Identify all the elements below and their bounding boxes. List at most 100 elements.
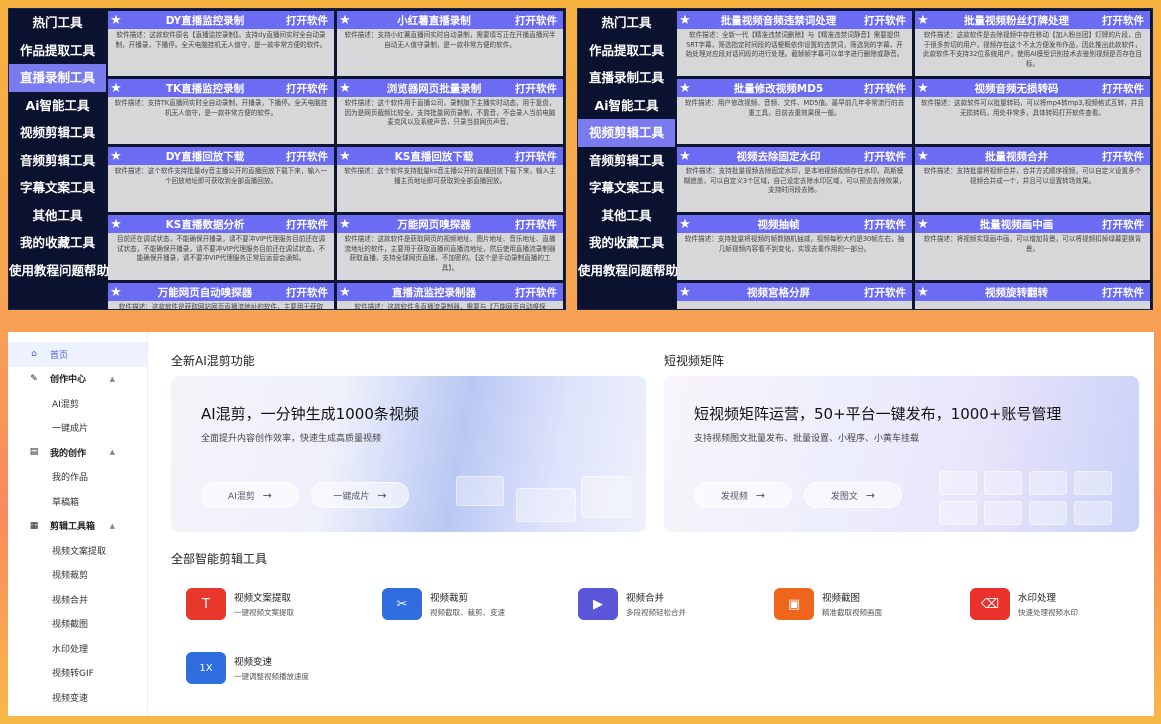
open-software-button[interactable]: 打开软件 (864, 285, 912, 300)
star-icon[interactable]: ★ (915, 81, 931, 96)
tool-card-desc: 软件描述：支持批量将视频合并，合并方式顺序视频，可以自定义设置多个视频合并成一个… (923, 167, 1142, 185)
sidebar-item-ai-mix[interactable]: AI混剪 (8, 391, 147, 416)
open-software-button[interactable]: 打开软件 (286, 13, 334, 28)
nav-item-subtitle-tools[interactable]: 字幕文案工具 (578, 174, 675, 202)
sidebar-item-drafts[interactable]: 草稿箱 (8, 489, 147, 514)
star-icon[interactable]: ★ (108, 285, 124, 300)
open-software-button[interactable]: 打开软件 (515, 285, 563, 300)
tool-card-title: 批量视频合并 (985, 150, 1048, 163)
open-software-button[interactable]: 打开软件 (864, 81, 912, 96)
open-software-button[interactable]: 打开软件 (1102, 81, 1150, 96)
nav-item-other-tools[interactable]: 其他工具 (9, 202, 106, 230)
publish-image-button[interactable]: 发图文 → (804, 482, 902, 508)
nav-item-hot-tools[interactable]: 热门工具 (9, 9, 106, 37)
nav-item-hot-tools[interactable]: 热门工具 (578, 9, 675, 37)
star-icon[interactable]: ★ (915, 217, 931, 232)
sidebar-item-video-crop[interactable]: 视频裁剪 (8, 563, 147, 588)
tool-card-title: KS直播数据分析 (165, 218, 245, 231)
open-software-button[interactable]: 打开软件 (515, 13, 563, 28)
publish-video-button[interactable]: 发视频 → (694, 482, 792, 508)
sidebar-item-text-extract[interactable]: 视频文案提取 (8, 538, 147, 563)
star-icon[interactable]: ★ (677, 149, 693, 164)
star-icon[interactable]: ★ (337, 217, 353, 232)
nav-item-video-edit-tools[interactable]: 视频剪辑工具 (578, 119, 675, 147)
tool-text-extract[interactable]: T 视频文案提取 一键视频文案提取 (186, 584, 376, 624)
star-icon[interactable]: ★ (677, 81, 693, 96)
open-software-button[interactable]: 打开软件 (286, 285, 334, 300)
open-software-button[interactable]: 打开软件 (1102, 13, 1150, 28)
star-icon[interactable]: ★ (915, 149, 931, 164)
open-software-button[interactable]: 打开软件 (515, 81, 563, 96)
nav-item-video-edit-tools[interactable]: 视频剪辑工具 (9, 119, 106, 147)
sidebar-item-one-click[interactable]: 一键成片 (8, 416, 147, 441)
tool-card-desc: 软件描述：用户修改视频、音频、文件、MD5值。最早前几年非常流行的去重工具，目前… (684, 99, 905, 117)
nav-item-audio-edit-tools[interactable]: 音频剪辑工具 (9, 147, 106, 175)
nav-item-extract-tools[interactable]: 作品提取工具 (9, 37, 106, 65)
nav-item-subtitle-tools[interactable]: 字幕文案工具 (9, 174, 106, 202)
nav-item-help[interactable]: 使用教程问题帮助 (9, 257, 109, 285)
arrow-right-icon: → (377, 488, 387, 502)
nav-item-extract-tools[interactable]: 作品提取工具 (578, 37, 675, 65)
open-software-button[interactable]: 打开软件 (286, 81, 334, 96)
open-software-button[interactable]: 打开软件 (286, 217, 334, 232)
sidebar-item-watermark[interactable]: 水印处理 (8, 636, 147, 661)
nav-item-audio-edit-tools[interactable]: 音频剪辑工具 (578, 147, 675, 175)
tool-card: ★ 万能网页嗅探器 打开软件 软件描述：这款软件是获取网页的视频地址、图片地址、音乐地… (337, 215, 563, 280)
tool-video-crop[interactable]: ✂ 视频裁剪 视频截取、裁剪、变速 (382, 584, 572, 624)
open-software-button[interactable]: 打开软件 (1102, 217, 1150, 232)
one-click-button[interactable]: 一键成片 → (311, 482, 409, 508)
sidebar-item-video-speed[interactable]: 视频变速 (8, 685, 147, 710)
sidebar-item-video-merge[interactable]: 视频合并 (8, 587, 147, 612)
sidebar-group-create-center[interactable]: ✎ 创作中心 ▲ (8, 367, 147, 392)
open-software-button[interactable]: 打开软件 (864, 149, 912, 164)
tool-video-merge[interactable]: ▶ 视频合并 多段视频轻松合并 (578, 584, 768, 624)
star-icon[interactable]: ★ (677, 217, 693, 232)
tool-card-desc (677, 301, 912, 309)
sidebar-item-my-works[interactable]: 我的作品 (8, 465, 147, 490)
open-software-button[interactable]: 打开软件 (864, 217, 912, 232)
sidebar-group-my-creations[interactable]: ▤ 我的创作 ▲ (8, 440, 147, 465)
star-icon[interactable]: ★ (108, 13, 124, 28)
nav-item-favorites[interactable]: 我的收藏工具 (9, 229, 106, 257)
sidebar-item-video-screenshot[interactable]: 视频截图 (8, 612, 147, 637)
sidebar-item-home[interactable]: ⌂ 首页 (8, 342, 147, 367)
tool-video-speed[interactable]: 1X 视频变速 一键调整视频播放速度 (186, 648, 376, 688)
star-icon[interactable]: ★ (915, 13, 931, 28)
nav-item-live-record-tools[interactable]: 直播录制工具 (578, 64, 675, 92)
star-icon[interactable]: ★ (108, 81, 124, 96)
arrow-right-icon: → (262, 488, 273, 502)
star-icon[interactable]: ★ (337, 149, 353, 164)
tool-video-screenshot[interactable]: ▣ 视频截图 精准截取视频画面 (774, 584, 964, 624)
star-icon[interactable]: ★ (915, 285, 931, 300)
star-icon[interactable]: ★ (337, 81, 353, 96)
open-software-button[interactable]: 打开软件 (286, 149, 334, 164)
tool-watermark[interactable]: ⌫ 水印处理 快速处理视频水印 (970, 584, 1154, 624)
star-icon[interactable]: ★ (337, 285, 353, 300)
open-software-button[interactable]: 打开软件 (515, 149, 563, 164)
nav-item-other-tools[interactable]: 其他工具 (578, 202, 675, 230)
nav-item-ai-tools[interactable]: Ai智能工具 (578, 92, 675, 120)
nav-item-help[interactable]: 使用教程问题帮助 (578, 257, 678, 285)
star-icon[interactable]: ★ (677, 285, 693, 300)
open-software-button[interactable]: 打开软件 (1102, 149, 1150, 164)
chevron-up-icon: ▲ (109, 521, 115, 530)
star-icon[interactable]: ★ (677, 13, 693, 28)
tool-name: 视频合并 (626, 593, 665, 604)
decor-tile (1074, 501, 1112, 525)
open-software-button[interactable]: 打开软件 (1102, 285, 1150, 300)
star-icon[interactable]: ★ (108, 217, 124, 232)
tool-card-title: 视频抽帧 (757, 218, 800, 231)
banner-ai-mix[interactable]: AI混剪，一分钟生成1000条视频 全面提升内容创作效率，快速生成高质量视频 A… (171, 376, 646, 532)
sidebar-group-toolbox[interactable]: ▦ 剪辑工具箱 ▲ (8, 514, 147, 539)
decor-tile (1029, 501, 1067, 525)
ai-mix-button[interactable]: AI混剪 → (201, 482, 299, 508)
open-software-button[interactable]: 打开软件 (864, 13, 912, 28)
banner-video-matrix[interactable]: 短视频矩阵运营，50+平台一键发布，1000+账号管理 支持视频图文批量发布、批… (664, 376, 1139, 532)
star-icon[interactable]: ★ (108, 149, 124, 164)
open-software-button[interactable]: 打开软件 (515, 217, 563, 232)
nav-item-ai-tools[interactable]: Ai智能工具 (9, 92, 106, 120)
sidebar-item-video-gif[interactable]: 视频转GIF (8, 661, 147, 686)
star-icon[interactable]: ★ (337, 13, 353, 28)
nav-item-favorites[interactable]: 我的收藏工具 (578, 229, 675, 257)
nav-item-live-record-tools[interactable]: 直播录制工具 (9, 64, 106, 92)
